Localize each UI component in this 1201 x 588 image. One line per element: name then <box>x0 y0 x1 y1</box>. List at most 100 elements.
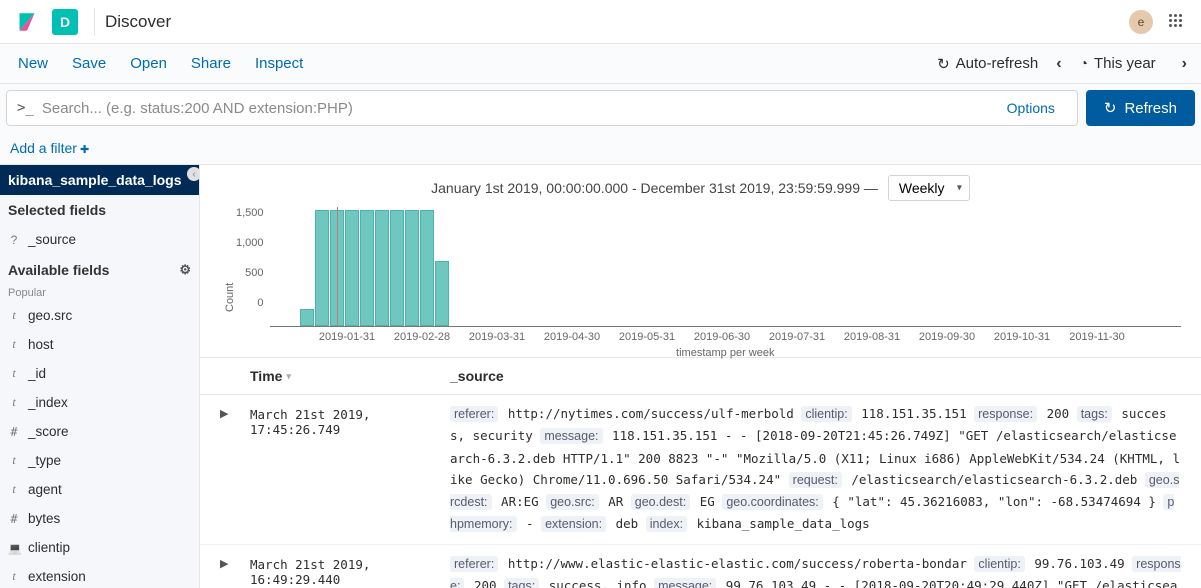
document-table: Time _source ▶March 21st 2019, 17:45:26.… <box>200 357 1201 588</box>
field-item-_index[interactable]: _index <box>0 388 199 417</box>
auto-refresh-label: Auto-refresh <box>956 55 1039 72</box>
expand-row-button[interactable]: ▶ <box>220 553 250 588</box>
bar[interactable] <box>390 210 404 326</box>
bar[interactable] <box>435 261 449 326</box>
row-time: March 21st 2019, 16:49:29.440 <box>250 553 450 588</box>
topbar: D Discover e <box>0 0 1201 44</box>
x-axis-label: timestamp per week <box>270 347 1181 359</box>
field-type-icon <box>8 425 20 439</box>
bar[interactable] <box>345 210 359 326</box>
field-type-icon <box>8 569 20 584</box>
popular-label: Popular <box>0 285 199 301</box>
bar[interactable] <box>405 210 419 326</box>
index-pattern-selector[interactable]: kibana_sample_data_logs <box>0 165 199 195</box>
bar[interactable] <box>375 210 389 326</box>
field-name: clientip <box>28 540 70 555</box>
chart-time-range: January 1st 2019, 00:00:00.000 - Decembe… <box>431 180 878 196</box>
field-type-icon <box>8 233 20 247</box>
search-wrapper: >_ Options <box>6 90 1078 126</box>
field-item-_source[interactable]: _source <box>0 225 199 254</box>
table-row: ▶March 21st 2019, 17:45:26.749referer: h… <box>200 395 1201 545</box>
search-prefix: >_ <box>17 100 34 116</box>
column-time-header[interactable]: Time <box>250 368 450 384</box>
field-type-icon <box>8 541 20 555</box>
field-item-geo.src[interactable]: geo.src <box>0 301 199 330</box>
inspect-button[interactable]: Inspect <box>243 49 315 78</box>
available-fields-header: Available fields <box>0 254 199 285</box>
new-button[interactable]: New <box>6 49 60 78</box>
field-item-host[interactable]: host <box>0 330 199 359</box>
field-name: bytes <box>28 511 60 526</box>
auto-refresh-button[interactable]: Auto-refresh <box>927 55 1048 73</box>
field-name: _index <box>28 395 68 410</box>
time-range-label: This year <box>1094 55 1164 72</box>
field-item-_id[interactable]: _id <box>0 359 199 388</box>
expand-row-button[interactable]: ▶ <box>220 403 250 536</box>
clock-icon <box>1080 55 1088 72</box>
field-item-agent[interactable]: agent <box>0 475 199 504</box>
field-type-icon <box>8 395 20 410</box>
search-input[interactable] <box>42 100 995 117</box>
row-time: March 21st 2019, 17:45:26.749 <box>250 403 450 536</box>
save-button[interactable]: Save <box>60 49 118 78</box>
apps-grid-icon[interactable] <box>1169 14 1185 30</box>
share-button[interactable]: Share <box>179 49 243 78</box>
field-type-icon <box>8 366 20 381</box>
time-marker <box>337 207 338 326</box>
bars-plot <box>270 207 1181 327</box>
table-header: Time _source <box>200 358 1201 395</box>
field-name: host <box>28 337 54 352</box>
selected-fields-header: Selected fields <box>0 195 199 225</box>
sidebar-collapse-button[interactable]: ‹ <box>187 167 200 181</box>
x-axis-ticks: 2019-01-312019-02-282019-03-312019-04-30… <box>270 331 1181 343</box>
y-axis-ticks: 1,5001,0005000 <box>236 207 270 357</box>
bar[interactable] <box>315 210 329 326</box>
field-name: geo.src <box>28 308 72 323</box>
sidebar: kibana_sample_data_logs ‹ Selected field… <box>0 165 200 588</box>
field-item-clientip[interactable]: clientip <box>0 533 199 562</box>
user-avatar[interactable]: e <box>1129 10 1153 34</box>
time-next-button[interactable]: › <box>1174 55 1195 73</box>
refresh-button[interactable]: Refresh <box>1086 90 1195 126</box>
bar[interactable] <box>360 210 374 326</box>
divider <box>94 8 95 36</box>
toolbar: New Save Open Share Inspect Auto-refresh… <box>0 44 1201 84</box>
y-axis-label: Count <box>220 207 236 357</box>
field-name: _id <box>28 366 46 381</box>
column-source-header[interactable]: _source <box>450 368 1181 384</box>
field-item-extension[interactable]: extension <box>0 562 199 588</box>
field-type-icon <box>8 308 20 323</box>
row-source: referer: http://www.elastic-elastic-elas… <box>450 553 1181 588</box>
field-item-_score[interactable]: _score <box>0 417 199 446</box>
kibana-logo[interactable] <box>14 9 40 35</box>
field-name: extension <box>28 569 86 584</box>
gear-icon[interactable] <box>179 261 191 278</box>
bar[interactable] <box>300 309 314 326</box>
filter-row: Add a filter <box>0 132 1201 165</box>
app-title: Discover <box>105 12 171 32</box>
refresh-icon <box>937 55 950 73</box>
field-item-bytes[interactable]: bytes <box>0 504 199 533</box>
time-picker[interactable]: This year <box>1070 55 1174 72</box>
field-name: _source <box>28 232 76 247</box>
time-prev-button[interactable]: ‹ <box>1048 55 1069 73</box>
histogram-chart[interactable]: Count 1,5001,0005000 2019-01-312019-02-2… <box>220 207 1181 357</box>
search-row: >_ Options Refresh <box>0 84 1201 132</box>
field-name: _type <box>28 453 61 468</box>
main-panel: January 1st 2019, 00:00:00.000 - Decembe… <box>200 165 1201 588</box>
field-type-icon <box>8 482 20 497</box>
row-source: referer: http://nytimes.com/success/ulf-… <box>450 403 1181 536</box>
field-type-icon <box>8 337 20 352</box>
bar[interactable] <box>420 210 434 326</box>
open-button[interactable]: Open <box>118 49 179 78</box>
field-name: _score <box>28 424 69 439</box>
add-filter-button[interactable]: Add a filter <box>10 140 89 156</box>
search-options-link[interactable]: Options <box>995 100 1067 116</box>
interval-select[interactable]: Weekly <box>888 175 970 201</box>
field-name: agent <box>28 482 62 497</box>
field-item-_type[interactable]: _type <box>0 446 199 475</box>
app-badge[interactable]: D <box>52 9 78 35</box>
field-type-icon <box>8 453 20 468</box>
table-row: ▶March 21st 2019, 16:49:29.440referer: h… <box>200 545 1201 588</box>
chart-area: January 1st 2019, 00:00:00.000 - Decembe… <box>200 165 1201 357</box>
